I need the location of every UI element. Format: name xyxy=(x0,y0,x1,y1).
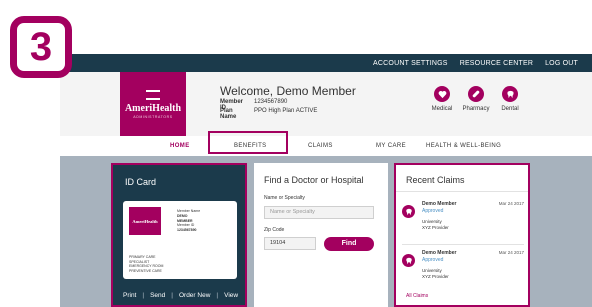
find-doctor-title: Find a Doctor or Hospital xyxy=(264,175,364,185)
quick-link-label: Dental xyxy=(501,106,519,112)
quick-link-label: Pharmacy xyxy=(462,106,490,112)
log-out-link[interactable]: LOG OUT xyxy=(545,60,578,67)
claim-date: Mar 24 2017 xyxy=(498,250,524,255)
claim-status: Approved xyxy=(422,208,444,214)
tooth-icon xyxy=(402,254,415,267)
zip-code-input[interactable]: 19104 xyxy=(264,237,316,250)
resource-center-link[interactable]: RESOURCE CENTER xyxy=(460,60,533,67)
quick-link-label: Medical xyxy=(431,106,453,112)
account-settings-link[interactable]: ACCOUNT SETTINGS xyxy=(373,60,448,67)
card-member-id: Member ID 1234567890 xyxy=(177,223,197,232)
plan-name-row: Plan Name PPO High Plan ACTIVE xyxy=(220,108,317,120)
claim-item[interactable]: Demo Member Approved Mar 24 2017 Univers… xyxy=(402,250,524,290)
utility-links: ACCOUNT SETTINGS RESOURCE CENTER LOG OUT xyxy=(373,54,578,72)
recent-claims-title: Recent Claims xyxy=(406,175,465,185)
tooth-icon xyxy=(502,86,518,102)
welcome-heading: Welcome, Demo Member xyxy=(220,84,356,98)
id-card-preview[interactable]: AmeriHealth Member Name DEMO MEMBER Memb… xyxy=(123,201,237,279)
medical-icon xyxy=(434,86,450,102)
order-new-card-link[interactable]: Order New xyxy=(179,292,210,299)
nav-health-well-being[interactable]: HEALTH & WELL-BEING xyxy=(426,136,501,156)
step-number-badge: 3 xyxy=(10,16,72,78)
pill-icon xyxy=(468,86,484,102)
claim-member: Demo Member xyxy=(422,201,457,207)
id-card-actions: Print | Send | Order New | View xyxy=(123,292,239,299)
card-logo: AmeriHealth xyxy=(129,207,161,235)
card-copay-list: PRIMARY CARE SPECIALIST EMERGENCY ROOM P… xyxy=(129,255,164,274)
send-card-link[interactable]: Send xyxy=(150,292,165,299)
plan-name-value: PPO High Plan ACTIVE xyxy=(254,108,318,114)
claim-provider: University XYZ Provider xyxy=(422,219,449,231)
id-card-panel: ID Card AmeriHealth Member Name DEMO MEM… xyxy=(111,163,247,307)
all-claims-link[interactable]: All Claims xyxy=(406,293,428,299)
nav-home[interactable]: HOME xyxy=(170,136,190,156)
step-number: 3 xyxy=(29,25,53,69)
view-card-link[interactable]: View xyxy=(224,292,238,299)
card-member-name: Member Name DEMO MEMBER xyxy=(177,209,201,223)
divider xyxy=(396,191,528,192)
logo-name: AmeriHealth xyxy=(124,102,182,114)
plan-name-label: Plan Name xyxy=(220,108,237,120)
nav-my-care[interactable]: MY CARE xyxy=(376,136,406,156)
id-card-title: ID Card xyxy=(125,177,157,187)
logo-mark-icon xyxy=(146,89,160,100)
quick-link-dental[interactable]: Dental xyxy=(490,86,530,112)
top-utility-bar: ACCOUNT SETTINGS RESOURCE CENTER LOG OUT xyxy=(60,54,592,72)
tooth-icon xyxy=(402,205,415,218)
benefits-highlight xyxy=(208,131,288,154)
logo-tagline: ADMINISTRATORS xyxy=(133,114,173,119)
find-button[interactable]: Find xyxy=(324,237,374,251)
nav-claims[interactable]: CLAIMS xyxy=(308,136,333,156)
find-doctor-panel: Find a Doctor or Hospital Name or Specia… xyxy=(254,163,388,307)
name-specialty-input[interactable]: Name or Specialty xyxy=(264,206,374,219)
claim-member: Demo Member xyxy=(422,250,457,256)
zip-code-label: Zip Code xyxy=(264,227,285,233)
claim-item[interactable]: Demo Member Approved Mar 24 2017 Univers… xyxy=(402,201,524,241)
claim-status: Approved xyxy=(422,257,444,263)
divider xyxy=(402,244,524,245)
claim-date: Mar 24 2017 xyxy=(498,201,524,206)
amerihealth-logo[interactable]: AmeriHealth ADMINISTRATORS xyxy=(120,72,186,136)
claim-provider: University XYZ Provider xyxy=(422,268,449,280)
recent-claims-panel: Recent Claims Demo Member Approved Mar 2… xyxy=(394,163,530,307)
print-card-link[interactable]: Print xyxy=(123,292,136,299)
name-specialty-label: Name or Specialty xyxy=(264,195,305,201)
app-window: ACCOUNT SETTINGS RESOURCE CENTER LOG OUT… xyxy=(60,54,592,307)
main-nav: HOME BENEFITS CLAIMS MY CARE HEALTH & WE… xyxy=(60,136,592,157)
